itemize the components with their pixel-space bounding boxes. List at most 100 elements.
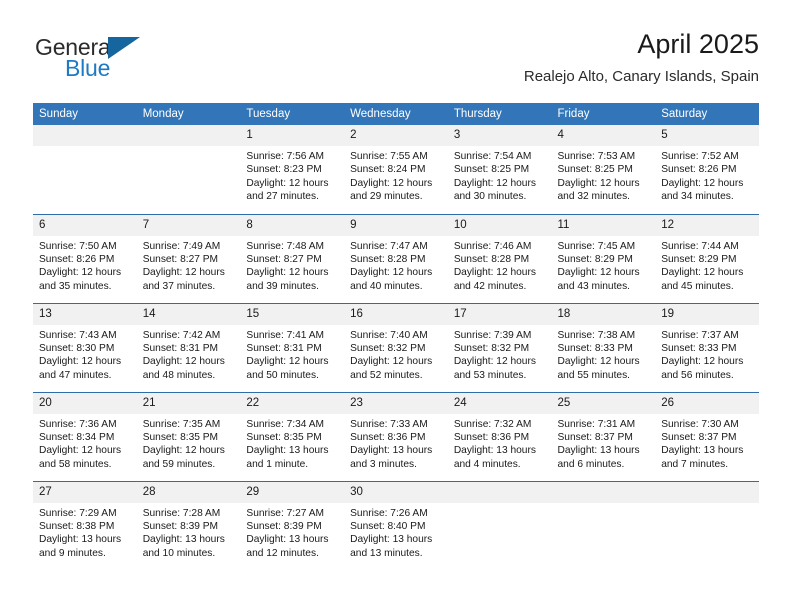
calendar-day-cell[interactable]: 6 Sunrise: 7:50 AM Sunset: 8:26 PM Daylight…	[33, 213, 137, 303]
day-number: 9	[344, 214, 448, 236]
calendar-day-cell[interactable]: 28 Sunrise: 7:28 AM Sunset: 8:39 PM Dayligh…	[136, 480, 241, 570]
day-details: Sunrise: 7:46 AM Sunset: 8:28 PM Daylight:…	[448, 236, 552, 294]
daylight-text: Daylight: 13 hours and 1 minute.	[246, 445, 329, 470]
day-details: Sunrise: 7:50 AM Sunset: 8:26 PM Daylight:…	[33, 236, 137, 294]
day-number	[136, 125, 241, 146]
calendar-day-cell[interactable]: 11 Sunrise: 7:45 AM Sunset: 8:29 PM Dayligh…	[551, 213, 656, 303]
day-details: Sunrise: 7:43 AM Sunset: 8:30 PM Daylight:…	[33, 325, 137, 383]
calendar-day-cell[interactable]: 29 Sunrise: 7:27 AM Sunset: 8:39 PM Dayligh…	[240, 480, 345, 570]
calendar-day-cell[interactable]: 20 Sunrise: 7:36 AM Sunset: 8:34 PM Dayligh…	[33, 391, 137, 481]
daylight-text: Daylight: 12 hours and 37 minutes.	[142, 267, 225, 292]
calendar-day-cell[interactable]: 4 Sunrise: 7:53 AM Sunset: 8:25 PM Daylight…	[551, 125, 656, 214]
day-details: Sunrise: 7:38 AM Sunset: 8:33 PM Daylight:…	[552, 325, 656, 383]
daylight-text: Daylight: 12 hours and 35 minutes.	[39, 267, 122, 292]
sunrise-text: Sunrise: 7:27 AM	[246, 507, 324, 519]
day-number: 14	[136, 303, 241, 325]
calendar-day-cell[interactable]: 15 Sunrise: 7:41 AM Sunset: 8:31 PM Dayligh…	[240, 302, 345, 392]
weekday-header-monday: Monday	[136, 103, 241, 125]
sunset-text: Sunset: 8:36 PM	[453, 431, 530, 443]
day-number: 29	[240, 481, 345, 503]
calendar-day-cell[interactable]: 23 Sunrise: 7:33 AM Sunset: 8:36 PM Dayligh…	[344, 391, 448, 481]
day-details: Sunrise: 7:34 AM Sunset: 8:35 PM Daylight:…	[240, 414, 344, 472]
calendar-day-cell[interactable]: 1 Sunrise: 7:56 AM Sunset: 8:23 PM Daylight…	[240, 125, 345, 214]
daylight-text: Daylight: 12 hours and 34 minutes.	[661, 177, 744, 203]
day-details: Sunrise: 7:56 AM Sunset: 8:23 PM Daylight:…	[240, 146, 344, 204]
calendar-day-cell-empty	[33, 125, 137, 214]
daylight-text: Daylight: 12 hours and 59 minutes.	[142, 445, 225, 470]
calendar-day-cell-empty	[655, 480, 759, 570]
day-details: Sunrise: 7:53 AM Sunset: 8:25 PM Daylight:…	[552, 146, 656, 204]
day-number: 10	[447, 214, 552, 236]
calendar-day-cell[interactable]: 8 Sunrise: 7:48 AM Sunset: 8:27 PM Daylight…	[240, 213, 345, 303]
daylight-text: Daylight: 13 hours and 10 minutes.	[142, 534, 225, 559]
sunrise-text: Sunrise: 7:35 AM	[142, 418, 221, 430]
calendar-day-cell[interactable]: 2 Sunrise: 7:55 AM Sunset: 8:24 PM Daylight…	[344, 125, 448, 214]
calendar-day-cell[interactable]: 18 Sunrise: 7:38 AM Sunset: 8:33 PM Dayligh…	[551, 302, 656, 392]
sunrise-text: Sunrise: 7:26 AM	[350, 507, 428, 519]
calendar-day-cell[interactable]: 21 Sunrise: 7:35 AM Sunset: 8:35 PM Dayligh…	[136, 391, 241, 481]
calendar-day-cell[interactable]: 24 Sunrise: 7:32 AM Sunset: 8:36 PM Dayligh…	[447, 391, 552, 481]
calendar-day-cell[interactable]: 9 Sunrise: 7:47 AM Sunset: 8:28 PM Daylight…	[344, 213, 448, 303]
day-details: Sunrise: 7:29 AM Sunset: 8:38 PM Daylight:…	[33, 503, 137, 561]
day-details: Sunrise: 7:26 AM Sunset: 8:40 PM Daylight:…	[344, 503, 448, 561]
calendar-day-cell-empty	[136, 125, 241, 214]
calendar-day-cell[interactable]: 5 Sunrise: 7:52 AM Sunset: 8:26 PM Daylight…	[655, 125, 759, 214]
calendar-day-cell[interactable]: 19 Sunrise: 7:37 AM Sunset: 8:33 PM Dayligh…	[655, 302, 759, 392]
sunrise-text: Sunrise: 7:34 AM	[246, 418, 324, 430]
day-number: 24	[447, 392, 552, 414]
day-number: 27	[33, 481, 137, 503]
day-number: 7	[136, 214, 241, 236]
daylight-text: Daylight: 12 hours and 52 minutes.	[350, 356, 433, 381]
calendar-day-cell[interactable]: 7 Sunrise: 7:49 AM Sunset: 8:27 PM Daylight…	[136, 213, 241, 303]
calendar-day-cell[interactable]: 13 Sunrise: 7:43 AM Sunset: 8:30 PM Dayligh…	[33, 302, 137, 392]
sunset-text: Sunset: 8:28 PM	[350, 253, 426, 265]
calendar-day-cell[interactable]: 16 Sunrise: 7:40 AM Sunset: 8:32 PM Dayligh…	[344, 302, 448, 392]
day-number: 18	[551, 303, 656, 325]
day-number: 28	[136, 481, 241, 503]
calendar-day-cell[interactable]: 14 Sunrise: 7:42 AM Sunset: 8:31 PM Dayligh…	[136, 302, 241, 392]
day-details: Sunrise: 7:52 AM Sunset: 8:26 PM Daylight:…	[655, 146, 759, 204]
calendar-week-row: 13 Sunrise: 7:43 AM Sunset: 8:30 PM Dayligh…	[33, 302, 759, 392]
sunset-text: Sunset: 8:40 PM	[350, 520, 426, 532]
page-header: General Blue April 2025 Realejo Alto, Ca…	[33, 28, 759, 92]
day-number: 3	[447, 125, 552, 146]
weekday-header-tuesday: Tuesday	[240, 103, 345, 125]
sunset-text: Sunset: 8:31 PM	[142, 342, 219, 354]
daylight-text: Daylight: 13 hours and 3 minutes.	[350, 445, 433, 470]
general-blue-logo[interactable]: General Blue	[33, 34, 263, 86]
day-details: Sunrise: 7:37 AM Sunset: 8:33 PM Daylight:…	[655, 325, 759, 383]
calendar-page: General Blue April 2025 Realejo Alto, Ca…	[0, 0, 792, 612]
sunrise-text: Sunrise: 7:42 AM	[142, 329, 221, 341]
calendar-day-cell[interactable]: 30 Sunrise: 7:26 AM Sunset: 8:40 PM Dayligh…	[344, 480, 448, 570]
daylight-text: Daylight: 12 hours and 45 minutes.	[661, 267, 744, 292]
sunset-text: Sunset: 8:37 PM	[557, 431, 633, 443]
sunset-text: Sunset: 8:32 PM	[350, 342, 426, 354]
day-number	[447, 481, 552, 503]
calendar-day-cell[interactable]: 12 Sunrise: 7:44 AM Sunset: 8:29 PM Dayligh…	[655, 213, 759, 303]
daylight-text: Daylight: 12 hours and 30 minutes.	[453, 177, 536, 203]
calendar-day-cell[interactable]: 17 Sunrise: 7:39 AM Sunset: 8:32 PM Dayligh…	[447, 302, 552, 392]
logo-text-blue: Blue	[65, 55, 111, 81]
sunset-text: Sunset: 8:26 PM	[661, 164, 737, 176]
day-number	[655, 481, 759, 503]
calendar-day-cell[interactable]: 22 Sunrise: 7:34 AM Sunset: 8:35 PM Dayligh…	[240, 391, 345, 481]
sunset-text: Sunset: 8:29 PM	[661, 253, 737, 265]
day-number: 6	[33, 214, 137, 236]
calendar-day-cell[interactable]: 10 Sunrise: 7:46 AM Sunset: 8:28 PM Dayligh…	[447, 213, 552, 303]
day-number: 13	[33, 303, 137, 325]
day-number: 1	[240, 125, 345, 146]
calendar-day-cell[interactable]: 3 Sunrise: 7:54 AM Sunset: 8:25 PM Daylight…	[447, 125, 552, 214]
calendar-grid: Sunday Monday Tuesday Wednesday Thursday Frid…	[33, 103, 759, 570]
day-details: Sunrise: 7:30 AM Sunset: 8:37 PM Daylight:…	[655, 414, 759, 472]
sunrise-text: Sunrise: 7:37 AM	[661, 329, 739, 341]
day-details: Sunrise: 7:49 AM Sunset: 8:27 PM Daylight:…	[137, 236, 241, 294]
calendar-week-row: 27 Sunrise: 7:29 AM Sunset: 8:38 PM Dayligh…	[33, 480, 759, 570]
sunset-text: Sunset: 8:38 PM	[39, 520, 115, 532]
sunrise-text: Sunrise: 7:43 AM	[39, 329, 117, 341]
daylight-text: Daylight: 13 hours and 7 minutes.	[661, 445, 744, 470]
calendar-day-cell[interactable]: 26 Sunrise: 7:30 AM Sunset: 8:37 PM Dayligh…	[655, 391, 759, 481]
sunrise-text: Sunrise: 7:32 AM	[453, 418, 532, 430]
calendar-day-cell[interactable]: 27 Sunrise: 7:29 AM Sunset: 8:38 PM Dayligh…	[33, 480, 137, 570]
sunrise-text: Sunrise: 7:40 AM	[350, 329, 428, 341]
calendar-day-cell[interactable]: 25 Sunrise: 7:31 AM Sunset: 8:37 PM Dayligh…	[551, 391, 656, 481]
